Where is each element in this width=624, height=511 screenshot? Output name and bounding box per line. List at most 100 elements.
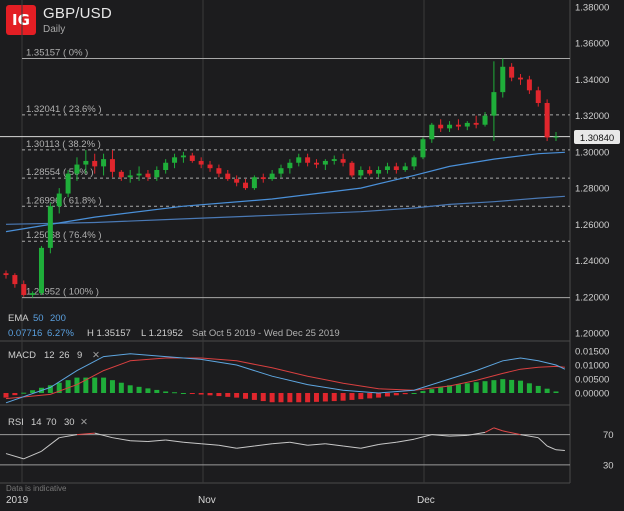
fib-level-label: 1.35157 ( 0% ) [26, 47, 88, 58]
candle-body [154, 170, 160, 178]
macd-histogram-bar [101, 377, 107, 393]
rsi-line-segment [537, 437, 548, 447]
high-value: H 1.35157 [87, 328, 131, 339]
rsi-close-icon[interactable]: ✕ [80, 417, 88, 428]
macd-slow[interactable]: 26 [59, 350, 70, 361]
candle-body [473, 122, 479, 125]
macd-histogram-bar [509, 379, 515, 393]
macd-histogram-bar [3, 393, 9, 398]
rsi-line-segment [130, 440, 148, 442]
rsi-line-segment [272, 441, 290, 445]
ema-50-line [5, 151, 565, 233]
macd-histogram-bar [154, 389, 160, 393]
macd-histogram-bar [518, 380, 524, 393]
candle-body [455, 124, 461, 127]
macd-tick-label: 0.00000 [575, 389, 609, 400]
macd-histogram-bar [376, 393, 382, 398]
time-axis: 2019 Nov Dec [6, 495, 435, 506]
candle-body [21, 284, 27, 295]
macd-histogram-bar [234, 393, 240, 398]
rsi-line-segment [218, 444, 237, 449]
current-price-tag: 1.30840 [574, 130, 620, 144]
fib-level-label: 1.32041 ( 23.6% ) [26, 104, 102, 115]
candle-body [287, 162, 293, 169]
macd-histogram-bar [402, 393, 408, 395]
candle-body [384, 166, 390, 170]
rsi-line-segment [94, 432, 113, 439]
candle-body [47, 206, 53, 248]
candle-body [92, 160, 98, 167]
macd-histogram-bar [322, 393, 328, 402]
change-value: 0.07716 [8, 328, 42, 339]
date-range: Sat Oct 5 2019 - Wed Dec 25 2019 [192, 328, 340, 339]
macd-histogram-bar [287, 393, 293, 403]
rsi-line-segment [343, 445, 361, 449]
macd-histogram-bar [127, 385, 133, 393]
ema-lines [5, 151, 565, 233]
price-tick-label: 1.30000 [575, 147, 609, 158]
candle-body [234, 179, 240, 183]
candle-body [340, 159, 346, 163]
macd-fast[interactable]: 12 [44, 350, 55, 361]
candle-body [393, 166, 399, 170]
macd-histogram-bar [145, 388, 151, 393]
rsi-line-segment [325, 443, 344, 447]
rsi-line-segment [360, 443, 379, 449]
candle-body [216, 168, 222, 174]
rsi-line-segment [165, 439, 184, 443]
rsi-line-segment [449, 434, 468, 437]
rsi-line-segment [396, 438, 415, 443]
candle-body [136, 173, 142, 176]
macd-histogram-bar [491, 380, 497, 393]
rsi-lower[interactable]: 30 [64, 417, 75, 428]
rsi-line-segment [493, 427, 503, 432]
rsi-line-segment [236, 445, 255, 449]
macd-tick-label: 0.01500 [575, 347, 609, 358]
fib-level-label: 1.25068 ( 76.4% ) [26, 230, 102, 241]
macd-histogram-bar [21, 392, 27, 394]
candle-body [74, 164, 80, 174]
rsi-period[interactable]: 14 [31, 417, 42, 428]
ema-period-200[interactable]: 200 [50, 313, 66, 324]
candle-body [101, 159, 107, 167]
macd-histogram-bar [331, 393, 337, 402]
macd-histogram-bar [296, 393, 302, 403]
candle-body [526, 79, 532, 91]
candle-body [482, 115, 488, 125]
candle-body [109, 159, 115, 172]
macd-histogram-bar [198, 393, 204, 395]
candle-body [411, 157, 417, 167]
price-chart[interactable]: 1.35157 ( 0% ) 1.32041 ( 23.6% ) 1.30113 (… [0, 0, 624, 511]
macd-histogram-bar [473, 382, 479, 393]
macd-histogram-bar [225, 393, 231, 397]
candle-body [278, 168, 284, 174]
rsi-upper[interactable]: 70 [46, 417, 57, 428]
candle-body [464, 122, 470, 127]
macd-histogram-bar [305, 393, 311, 403]
candle-body [172, 157, 178, 163]
fib-level-label: 1.28554 ( 50% ) [26, 167, 94, 178]
candle-body [251, 177, 257, 189]
candle-body [296, 157, 302, 163]
price-tick-label: 1.26000 [575, 220, 609, 231]
time-tick-label: 2019 [6, 495, 29, 506]
macd-histogram-bar [420, 391, 426, 393]
macd-histogram-bar [189, 393, 195, 394]
price-tick-label: 1.38000 [575, 3, 609, 14]
macd-histogram-bar [243, 393, 249, 399]
price-tick-label: 1.32000 [575, 111, 609, 122]
macd-tick-label: 0.01000 [575, 361, 609, 372]
macd-histogram-bar [278, 393, 284, 403]
macd-histogram-bar [172, 392, 178, 394]
macd-histogram-bar [251, 393, 257, 400]
macd-signal[interactable]: 9 [77, 350, 82, 361]
macd-histogram-bar [358, 393, 364, 400]
candle-body [163, 162, 169, 170]
price-tick-label: 1.22000 [575, 292, 609, 303]
ema-period-50[interactable]: 50 [33, 313, 44, 324]
candle-body [544, 102, 550, 138]
candle-body [447, 124, 453, 129]
rsi-line-segment [484, 427, 495, 433]
candle-body [145, 173, 151, 178]
price-tick-label: 1.28000 [575, 184, 609, 195]
